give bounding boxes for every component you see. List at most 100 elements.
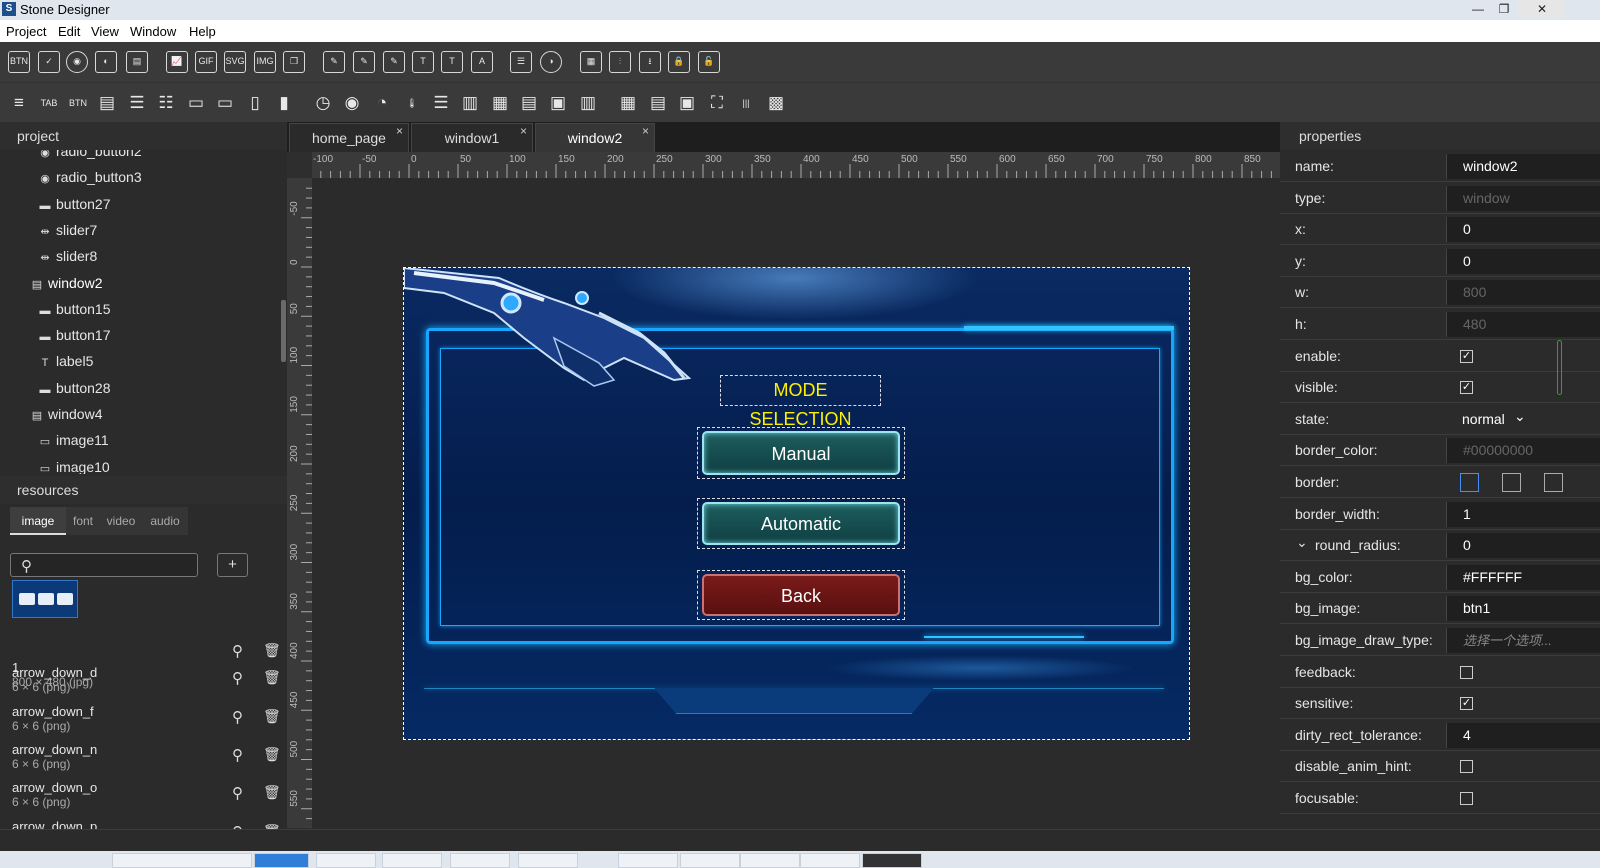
trash-icon[interactable]: 🗑 [263,642,281,659]
close-icon[interactable]: ✕ [1518,0,1566,18]
list-view-icon[interactable]: ▤ [126,51,148,73]
tab-window1[interactable]: window1 × [411,123,533,152]
property-value-input[interactable]: 0 [1446,533,1600,559]
close-tab-icon[interactable]: × [520,117,527,146]
tree-item[interactable]: ▬ button27 [38,191,111,217]
edit-icon[interactable]: ✎ [323,51,345,73]
property-value-input[interactable]: 1 [1446,501,1600,527]
trash-icon[interactable]: 🗑 [263,784,281,801]
menu-window[interactable]: Window [130,24,176,39]
property-value-input[interactable]: 选择一个选项... [1446,628,1600,653]
preview-icon[interactable]: ⚲ [232,642,243,660]
tree-item[interactable]: ◉ radio_button3 [38,164,141,190]
close-tab-icon[interactable]: × [396,117,403,146]
border-style-option[interactable] [1544,473,1563,492]
property-value-input[interactable]: window [1446,185,1600,211]
preview-icon[interactable]: ⚲ [232,784,243,802]
border-style-option[interactable] [1460,473,1479,492]
toolbar2-tool-icon[interactable]: ☰ [430,92,452,114]
property-value-input[interactable]: 800 [1446,280,1600,306]
qr-settings-icon[interactable]: ▦ [580,51,602,73]
toolbar2-tool-icon[interactable]: ▤ [647,92,669,114]
check-button-icon[interactable]: ✓ [38,51,60,73]
toolbar2-tool-icon[interactable]: ☰ [126,92,148,114]
property-checkbox[interactable]: ✓ [1460,697,1473,711]
image-animation-icon[interactable]: ❐ [283,51,305,73]
tree-item[interactable]: ⇹ slider7 [38,217,97,243]
add-resource-button[interactable]: + [217,553,248,577]
resource-item[interactable]: arrow_down_d 6 × 6 (png) ⚲ 🗑 [12,665,282,703]
toolbar2-tool-icon[interactable]: ▦ [489,92,511,114]
tree-item[interactable]: ▬ button28 [38,375,111,401]
radio-button-icon[interactable]: ◉ [66,51,88,73]
toolbar2-tool-icon[interactable]: ☷ [155,92,177,114]
resource-item[interactable]: 1 800 × 480 (jpg) ⚲ 🗑 [12,620,282,689]
properties-scrollbar[interactable] [1557,340,1562,395]
text-icon[interactable]: T [412,51,434,73]
window2-design-view[interactable]: MODE SELECTION Manual Automatic Back [403,267,1190,740]
property-checkbox[interactable]: ✓ [1460,349,1473,363]
border-style-option[interactable] [1502,473,1521,492]
toolbar2-tool-icon[interactable]: ▤ [96,92,118,114]
toolbar2-tool-icon[interactable]: ▮ [273,92,295,114]
property-value-input[interactable]: 0 [1446,248,1600,274]
property-checkbox[interactable] [1460,792,1473,805]
preview-icon[interactable]: ⚲ [232,708,243,726]
menu-view[interactable]: View [91,24,119,39]
property-checkbox[interactable]: ✓ [1460,381,1473,395]
tree-item[interactable]: ⇹ slider8 [38,243,97,269]
lock-icon[interactable]: 🔒 [668,51,690,73]
toolbar2-tool-icon[interactable]: ▩ [765,92,787,114]
tree-item[interactable]: ▭ image10 [38,454,110,474]
automatic-button[interactable]: Automatic [702,502,900,545]
menu-project[interactable]: Project [6,24,46,39]
image-icon[interactable]: IMG [254,51,276,73]
slider-settings-icon[interactable]: ☰ [510,51,532,73]
property-value-input[interactable]: 480 [1446,312,1600,337]
color-wheel-icon[interactable]: ◑ [540,51,562,73]
toolbar2-tool-icon[interactable]: ◉ [341,92,363,114]
close-tab-icon[interactable]: × [642,117,649,146]
menu-help[interactable]: Help [189,24,216,39]
minimize-icon[interactable]: — [1466,0,1490,18]
toolbar2-tool-icon[interactable]: ⛶ [706,92,728,114]
property-value-input[interactable]: 4 [1446,722,1600,748]
tree-item[interactable]: ▬ button17 [38,322,111,348]
toolbar2-tool-icon[interactable]: ▭ [214,92,236,114]
chart-icon[interactable]: 📈 [166,51,188,73]
svg-icon[interactable]: SVG [224,51,246,73]
tab-audio[interactable]: audio [142,507,188,535]
download-icon[interactable]: ⭳ [639,51,661,73]
toolbar2-tool-icon[interactable]: ▤ [518,92,540,114]
resource-search-input[interactable]: ⚲ [10,553,198,577]
sliders-icon[interactable]: ⫶ [609,51,631,73]
gif-icon[interactable]: GIF [195,51,217,73]
tree-item[interactable]: ▤ window2 [30,270,103,296]
tab-video[interactable]: video [100,507,142,535]
preview-icon[interactable]: ⚲ [232,746,243,764]
property-value-input[interactable]: btn1 [1446,596,1600,622]
mode-selection-label[interactable]: MODE SELECTION [720,375,881,429]
toolbar2-tool-icon[interactable]: TAB [38,92,60,114]
tree-item[interactable]: ▭ image11 [38,427,109,453]
tree-scrollbar[interactable] [281,300,286,362]
toolbar2-tool-icon[interactable]: ≡ [8,92,30,114]
toolbar2-tool-icon[interactable]: ||| [735,92,757,114]
btn-widget-icon[interactable]: BTN [8,51,30,73]
back-button[interactable]: Back [702,574,900,616]
trash-icon[interactable]: 🗑 [263,708,281,725]
edit-multi-icon[interactable]: ✎ [353,51,375,73]
toolbar2-tool-icon[interactable]: BTN [67,92,89,114]
toolbar2-tool-icon[interactable]: ◷ [312,92,334,114]
tab-window2[interactable]: window2 × [535,123,655,152]
resource-item[interactable]: arrow_down_f 6 × 6 (png) ⚲ 🗑 [12,704,282,742]
property-value-input[interactable]: #FFFFFF [1446,564,1600,590]
preview-icon[interactable]: ⚲ [232,669,243,687]
manual-button[interactable]: Manual [702,431,900,475]
edit-pen-icon[interactable]: ✎ [383,51,405,73]
property-value-input[interactable]: #00000000 [1446,438,1600,464]
project-tree[interactable]: ◉ radio_button2 ◉ radio_button3 ▬ button27 ⇹ sl… [0,150,287,474]
design-canvas[interactable]: MODE SELECTION Manual Automatic Back [312,178,1280,828]
toolbar2-tool-icon[interactable]: ▭ [185,92,207,114]
trash-icon[interactable]: 🗑 [263,669,281,686]
